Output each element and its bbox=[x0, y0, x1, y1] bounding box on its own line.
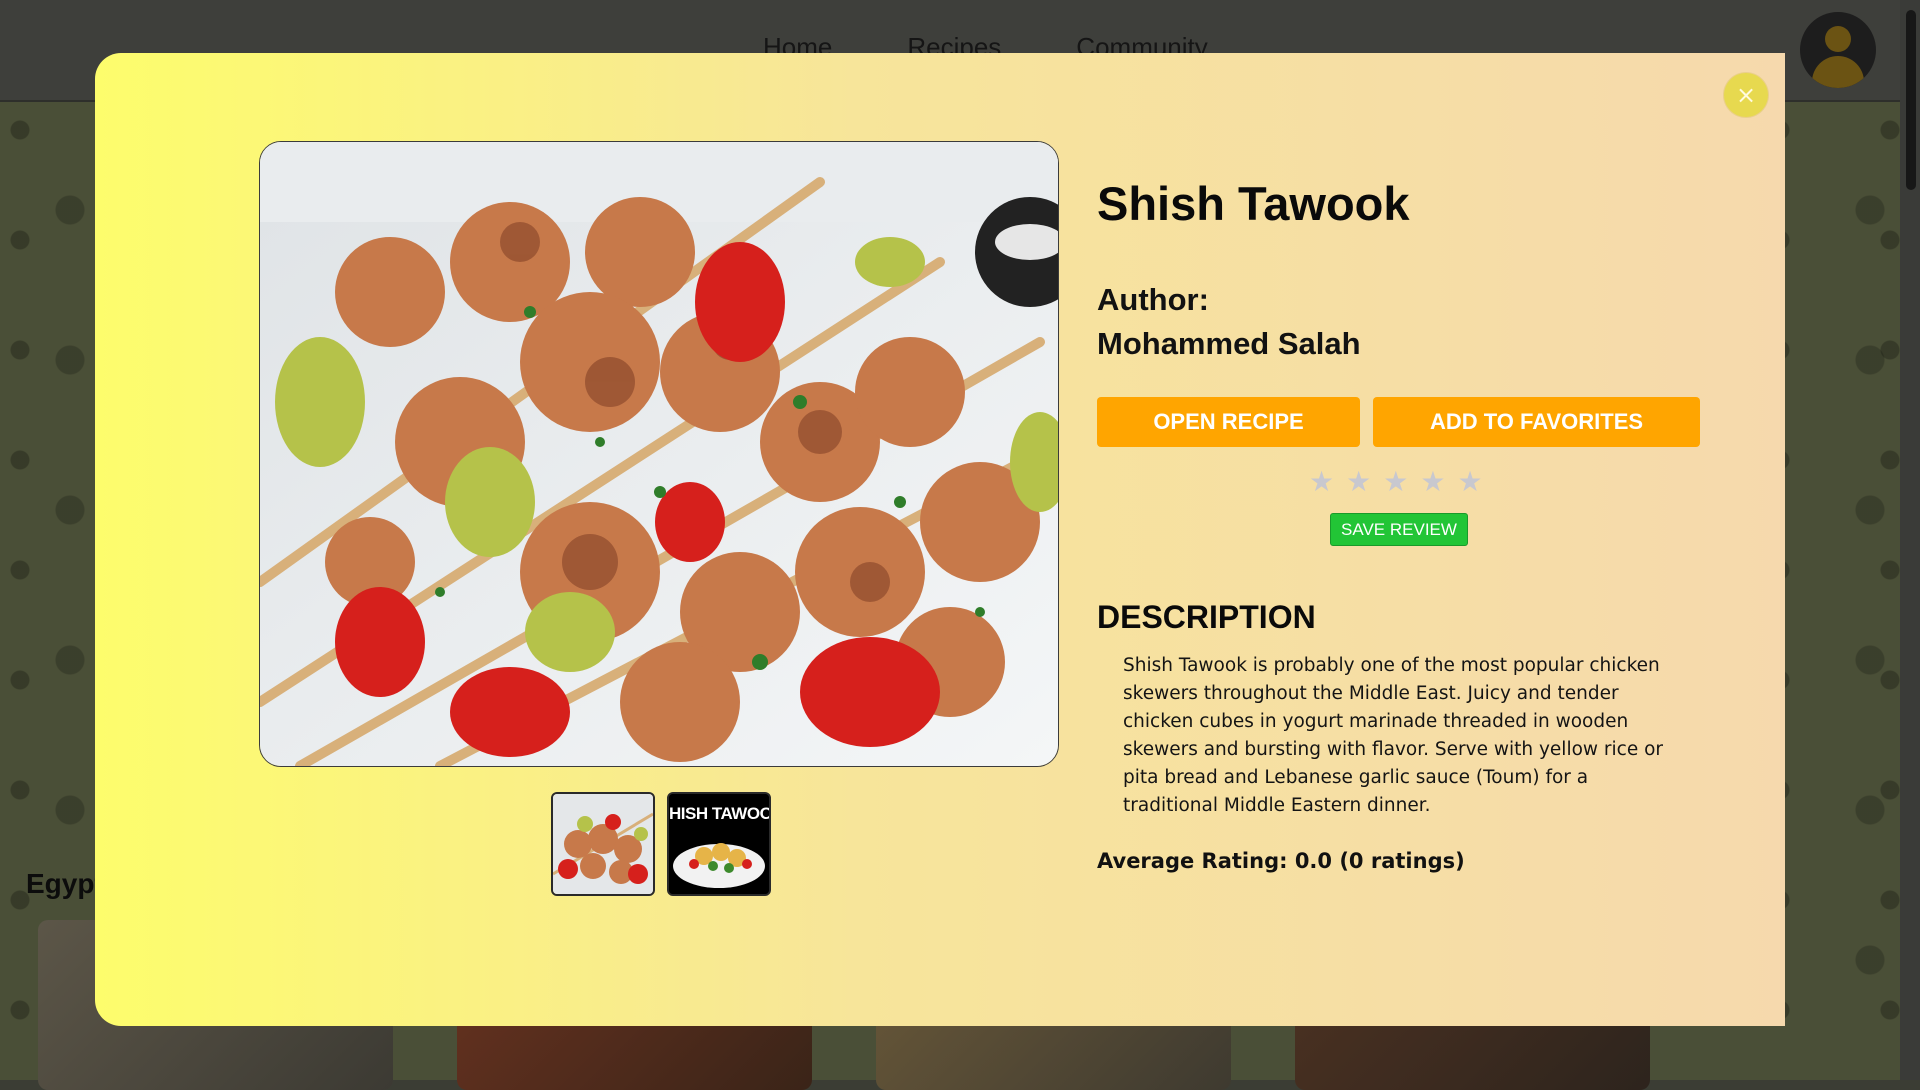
page-scrollbar-thumb[interactable] bbox=[1906, 10, 1916, 190]
section-title: Egypt bbox=[26, 868, 104, 899]
save-review-button[interactable]: SAVE REVIEW bbox=[1330, 513, 1468, 546]
add-to-favorites-button[interactable]: ADD TO FAVORITES bbox=[1373, 397, 1700, 447]
description-heading: DESCRIPTION bbox=[1097, 599, 1316, 635]
recipe-title: Shish Tawook bbox=[1097, 177, 1410, 230]
star-icon-5[interactable]: ★ bbox=[1457, 466, 1482, 498]
author-label: Author: bbox=[1097, 282, 1209, 317]
page-scrollbar[interactable] bbox=[1900, 0, 1920, 1080]
thumbnail-2[interactable]: HISH TAWOO bbox=[667, 792, 771, 896]
thumbnail-1[interactable] bbox=[551, 792, 655, 896]
recipe-main-image bbox=[259, 141, 1059, 767]
star-icon-1[interactable]: ★ bbox=[1309, 466, 1334, 498]
open-recipe-button[interactable]: OPEN RECIPE bbox=[1097, 397, 1360, 447]
author-name: Mohammed Salah bbox=[1097, 326, 1361, 361]
user-avatar-icon[interactable] bbox=[1800, 12, 1876, 88]
star-icon-2[interactable]: ★ bbox=[1346, 466, 1371, 498]
thumbnail-2-caption: HISH TAWOO bbox=[669, 804, 771, 823]
star-icon-3[interactable]: ★ bbox=[1383, 466, 1408, 498]
star-icon-4[interactable]: ★ bbox=[1420, 466, 1445, 498]
image-thumbnails: HISH TAWOO bbox=[551, 792, 771, 896]
description-text: Shish Tawook is probably one of the most… bbox=[1123, 655, 1664, 816]
recipe-modal: × HISH TAWOO Shish Tawook Author: Mohamm… bbox=[95, 53, 1785, 1026]
close-button[interactable]: × bbox=[1724, 73, 1768, 117]
average-rating: Average Rating: 0.0 (0 ratings) bbox=[1097, 849, 1465, 873]
rating-stars: ★ ★ ★ ★ ★ bbox=[1309, 466, 1483, 498]
